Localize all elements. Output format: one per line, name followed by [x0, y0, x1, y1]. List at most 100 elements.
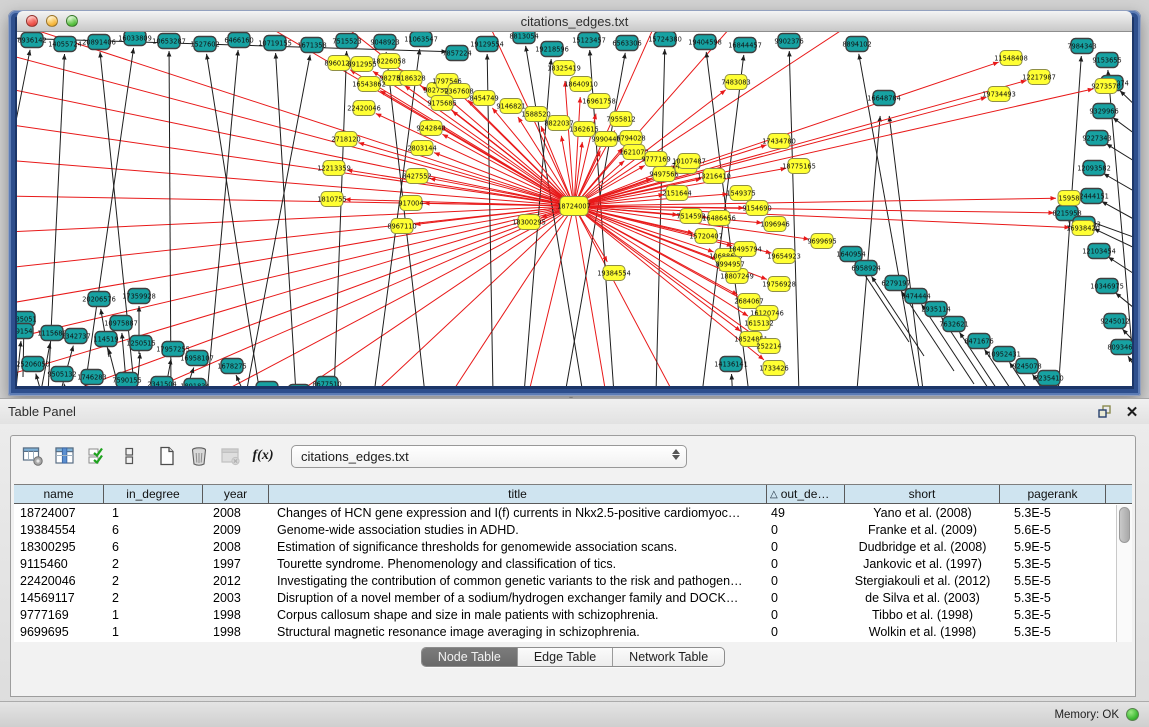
svg-text:11548408: 11548408: [994, 54, 1028, 62]
svg-text:19218596: 19218596: [535, 45, 569, 53]
tab-edge-table[interactable]: Edge Table: [518, 648, 613, 666]
zoom-window-button[interactable]: [66, 15, 78, 27]
table-row[interactable]: 2242004622012Investigating the contribut…: [14, 573, 1115, 590]
svg-text:18226058: 18226058: [372, 57, 406, 65]
cell-pagerank: 5.5E-5: [1000, 573, 1106, 590]
svg-text:10952431: 10952431: [987, 350, 1021, 358]
svg-text:9245078: 9245078: [1012, 362, 1041, 370]
svg-text:2718120: 2718120: [331, 135, 360, 143]
column-settings-button[interactable]: [19, 442, 47, 470]
create-column-button[interactable]: [153, 442, 181, 470]
cell-in_degree: 2: [104, 573, 203, 590]
cell-title: Genome-wide association studies in ADHD.: [269, 522, 767, 539]
table-row[interactable]: 977716911998Corpus callosum shape and si…: [14, 607, 1115, 624]
table-row[interactable]: 946554611997Estimation of the future num…: [14, 641, 1115, 642]
cell-short: de Silva et al. (2003): [845, 590, 1000, 607]
svg-text:1615132: 1615132: [744, 319, 773, 327]
svg-text:19384554: 19384554: [597, 269, 631, 277]
table-row[interactable]: 1456911722003Disruption of a novel membe…: [14, 590, 1115, 607]
svg-text:12103454: 12103454: [1082, 247, 1116, 255]
split-rows-icon: [118, 445, 140, 467]
fx-icon: f(x): [253, 448, 274, 464]
network-window-titlebar[interactable]: citations_edges.txt: [17, 11, 1132, 32]
cell-in_degree: 2: [104, 590, 203, 607]
svg-text:1671358: 1671358: [297, 41, 326, 49]
svg-text:14136141: 14136141: [714, 360, 748, 368]
close-window-button[interactable]: [26, 15, 38, 27]
cell-out_de: 0: [767, 556, 845, 573]
table-vertical-scrollbar[interactable]: [1116, 505, 1132, 642]
svg-text:15958: 15958: [1059, 194, 1080, 202]
float-panel-icon[interactable]: [1095, 403, 1113, 421]
table-panel: Table Panel ✕: [0, 398, 1149, 727]
svg-text:2151644: 2151644: [662, 189, 691, 197]
svg-text:12217987: 12217987: [1022, 73, 1056, 81]
select-columns-button[interactable]: [51, 442, 79, 470]
close-panel-icon[interactable]: ✕: [1123, 403, 1141, 421]
combo-stepper-icon: [672, 449, 680, 460]
svg-text:8967110: 8967110: [387, 222, 416, 230]
cell-in_degree: 1: [104, 624, 203, 641]
delete-column-button[interactable]: [185, 442, 213, 470]
cell-short: Tibbo et al. (1998): [845, 607, 1000, 624]
svg-text:8936142: 8936142: [17, 36, 46, 44]
svg-text:9474444: 9474444: [901, 292, 930, 300]
scrollbar-thumb[interactable]: [1119, 507, 1130, 543]
function-builder-button[interactable]: f(x): [249, 442, 277, 470]
minimize-window-button[interactable]: [46, 15, 58, 27]
column-header-short[interactable]: short: [845, 485, 1000, 503]
svg-text:252214: 252214: [756, 342, 781, 350]
svg-text:7515523: 7515523: [332, 37, 361, 45]
network-view-window[interactable]: citations_edges.txt 89361421405572420891…: [8, 10, 1141, 396]
cell-pagerank: 5.3E-5: [1000, 624, 1106, 641]
svg-text:2935114: 2935114: [921, 305, 950, 313]
svg-text:10346975: 10346975: [1090, 282, 1124, 290]
table-selector-combobox[interactable]: citations_edges.txt: [291, 445, 687, 468]
svg-text:19654923: 19654923: [767, 252, 801, 260]
cell-name: 22420046: [14, 573, 104, 590]
column-header-in_degree[interactable]: in_degree: [104, 485, 203, 503]
column-header-title[interactable]: title: [269, 485, 767, 503]
svg-text:9153655: 9153655: [1092, 56, 1121, 64]
cell-name: 14569117: [14, 590, 104, 607]
cell-year: 2012: [203, 573, 269, 590]
column-header-pagerank[interactable]: pagerank: [1000, 485, 1106, 503]
cell-year: 2003: [203, 590, 269, 607]
svg-text:9497568: 9497568: [649, 170, 678, 178]
column-header-out_de[interactable]: △out_de…: [767, 485, 845, 503]
table-row[interactable]: 911546021997Tourette syndrome. Phenomeno…: [14, 556, 1115, 573]
window-title: citations_edges.txt: [17, 14, 1132, 29]
table-row[interactable]: 969969511998Structural magnetic resonanc…: [14, 624, 1115, 641]
svg-text:1362615: 1362615: [569, 125, 598, 133]
tab-node-table[interactable]: Node Table: [422, 648, 518, 666]
svg-text:17957255: 17957255: [156, 345, 190, 353]
svg-text:8994957: 8994957: [715, 260, 744, 268]
table-row[interactable]: 1938455462009Genome-wide association stu…: [14, 522, 1115, 539]
unmerge-rows-button[interactable]: [115, 442, 143, 470]
svg-text:7857224: 7857224: [442, 49, 471, 57]
svg-text:6958924: 6958924: [851, 264, 880, 272]
trash-icon: [188, 445, 210, 467]
delete-table-button-disabled: [217, 442, 245, 470]
svg-text:12093582: 12093582: [1077, 164, 1111, 172]
svg-text:1342737: 1342737: [61, 332, 90, 340]
tab-network-table[interactable]: Network Table: [613, 648, 724, 666]
column-header-name[interactable]: name: [14, 485, 104, 503]
svg-text:6466160: 6466160: [224, 36, 253, 44]
network-canvas[interactable]: 8936142140557242089140616033809106532871…: [17, 32, 1132, 386]
table-row[interactable]: 1872400712008Changes of HCN gene express…: [14, 505, 1115, 522]
table-row[interactable]: 1830029562008Estimation of significance …: [14, 539, 1115, 556]
cell-pagerank: 5.9E-5: [1000, 539, 1106, 556]
column-header-year[interactable]: year: [203, 485, 269, 503]
citation-network-graph[interactable]: 8936142140557242089140616033809106532871…: [17, 32, 1132, 386]
select-all-button[interactable]: [83, 442, 111, 470]
svg-text:17359928: 17359928: [122, 292, 156, 300]
svg-text:9505132: 9505132: [47, 370, 76, 378]
table-selector-value: citations_edges.txt: [301, 449, 409, 464]
cell-name: 18724007: [14, 505, 104, 522]
svg-text:18775165: 18775165: [782, 162, 816, 170]
cell-in_degree: 1: [104, 641, 203, 642]
cell-year: 1998: [203, 624, 269, 641]
svg-text:9699695: 9699695: [807, 237, 836, 245]
cell-short: Franke et al. (2009): [845, 522, 1000, 539]
